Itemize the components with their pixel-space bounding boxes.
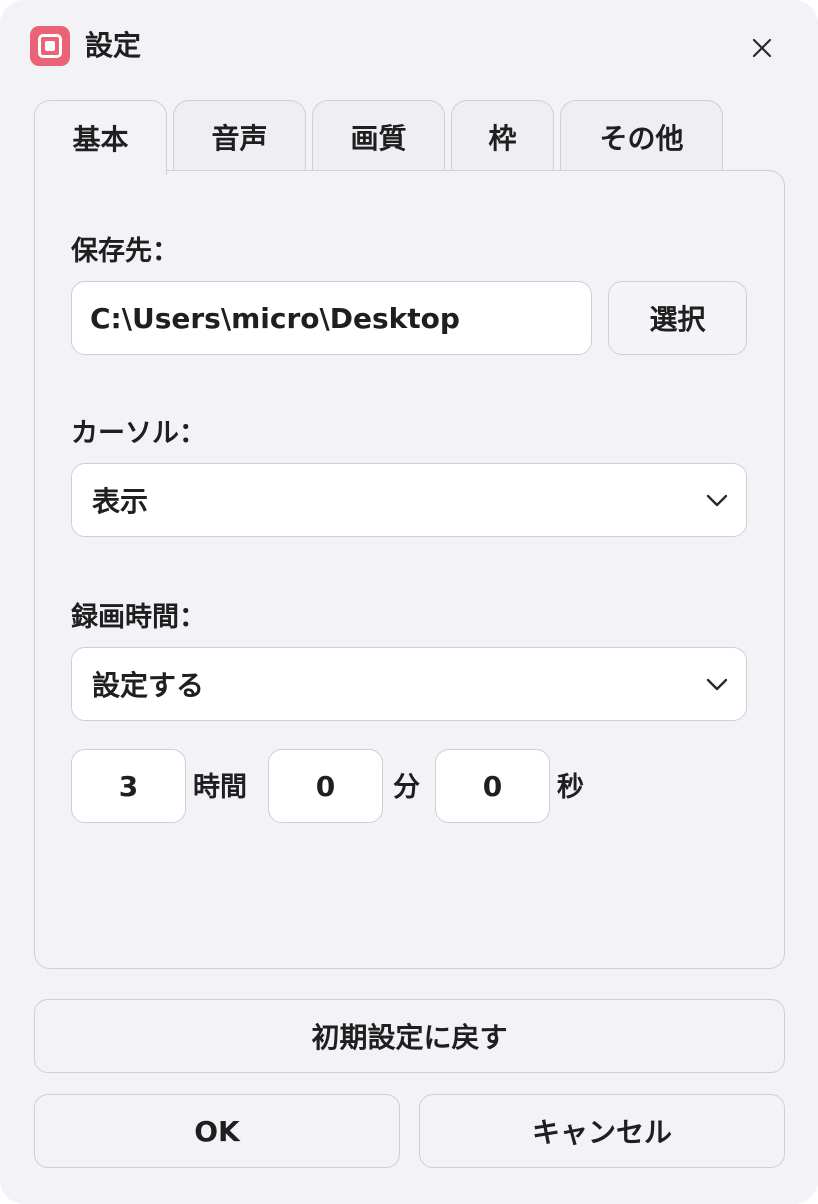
recording-time-select-value: 設定する bbox=[92, 669, 205, 702]
chevron-down-icon bbox=[706, 678, 728, 691]
tab-audio[interactable]: 音声 bbox=[173, 100, 306, 172]
minutes-unit-label: 分 bbox=[393, 772, 420, 803]
cursor-select-value: 表示 bbox=[92, 485, 149, 518]
close-icon bbox=[752, 38, 772, 58]
screen-capture-icon bbox=[30, 26, 70, 66]
tab-frame[interactable]: 枠 bbox=[451, 100, 554, 172]
cancel-button[interactable]: キャンセル bbox=[419, 1094, 785, 1168]
reset-defaults-button[interactable]: 初期設定に戻す bbox=[34, 999, 785, 1073]
seconds-input[interactable] bbox=[435, 749, 550, 823]
tab-other[interactable]: その他 bbox=[560, 100, 723, 172]
seconds-unit-label: 秒 bbox=[557, 772, 584, 803]
close-button[interactable] bbox=[744, 30, 780, 66]
window-title: 設定 bbox=[85, 29, 142, 62]
cursor-select[interactable]: 表示 bbox=[71, 463, 747, 537]
save-location-label: 保存先： bbox=[71, 236, 179, 267]
select-folder-button[interactable]: 選択 bbox=[608, 281, 747, 355]
minutes-input[interactable] bbox=[268, 749, 383, 823]
cursor-label: カーソル： bbox=[71, 418, 206, 449]
tab-quality[interactable]: 画質 bbox=[312, 100, 445, 172]
save-location-input[interactable] bbox=[71, 281, 592, 355]
ok-button[interactable]: OK bbox=[34, 1094, 400, 1168]
recording-time-label: 録画時間： bbox=[71, 602, 206, 633]
recording-time-select[interactable]: 設定する bbox=[71, 647, 747, 721]
tab-panel-basic: 保存先： 選択 カーソル： 表示 録画時間： 設定する 時間 分 秒 bbox=[34, 170, 785, 969]
hours-input[interactable] bbox=[71, 749, 186, 823]
settings-window: 設定 基本 音声 画質 枠 その他 保存先： 選択 カーソル： 表示 録画時間：… bbox=[0, 0, 818, 1204]
chevron-down-icon bbox=[706, 494, 728, 507]
hours-unit-label: 時間 bbox=[193, 772, 247, 803]
tab-basic[interactable]: 基本 bbox=[34, 100, 167, 175]
